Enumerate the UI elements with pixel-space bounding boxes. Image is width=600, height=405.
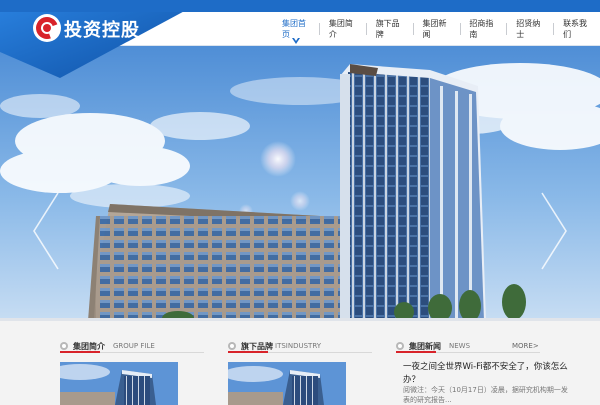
- brands-thumbnail[interactable]: [228, 362, 346, 405]
- hero-banner[interactable]: [0, 46, 600, 321]
- nav-item-label: 招商指南: [469, 19, 494, 39]
- circle-dot-icon: [228, 342, 236, 350]
- chevron-right-icon[interactable]: [536, 191, 570, 271]
- nav-item-contact[interactable]: 联系我们: [554, 12, 600, 46]
- section-title-en: GROUP FILE: [113, 342, 155, 350]
- active-indicator-icon: [291, 38, 300, 44]
- nav-item-label: 集团简介: [328, 19, 353, 39]
- nav-item-about[interactable]: 集团简介: [320, 12, 366, 46]
- nav-item-careers[interactable]: 招贤纳士: [507, 12, 553, 46]
- news-summary: 阅微注：今天（10月17日）凌晨，据研究机构期一发表的研究报告...: [403, 386, 568, 404]
- hero-image: [0, 46, 600, 321]
- nav-item-label: 集团首页: [282, 19, 306, 39]
- news-more-link[interactable]: MORE>: [512, 342, 539, 350]
- nav-item-brands[interactable]: 旗下品牌: [367, 12, 413, 46]
- section-divider: [228, 351, 372, 353]
- circle-dot-icon: [396, 342, 404, 350]
- section-title-cn[interactable]: 旗下品牌: [241, 341, 273, 352]
- nav-item-label: 联系我们: [563, 19, 588, 39]
- section-divider: [60, 351, 204, 353]
- nav-item-label: 集团新闻: [422, 19, 447, 39]
- nav-item-home[interactable]: 集团首页: [273, 12, 319, 46]
- top-color-bar: [0, 0, 600, 12]
- nav-item-label: 招贤纳士: [516, 19, 541, 39]
- intro-thumbnail[interactable]: [60, 362, 178, 405]
- section-title-en: ITSINDUSTRY: [275, 342, 322, 350]
- section-title-en: NEWS: [449, 342, 471, 350]
- main-nav: 集团首页 集团简介 旗下品牌 集团新闻 招商指南 招贤纳士 联系我们: [273, 12, 600, 46]
- nav-item-news[interactable]: 集团新闻: [414, 12, 460, 46]
- logo-icon[interactable]: [32, 13, 62, 43]
- chevron-left-icon[interactable]: [30, 191, 64, 271]
- nav-item-label: 旗下品牌: [375, 19, 400, 39]
- section-title-cn[interactable]: 集团新闻: [409, 341, 441, 352]
- section-title-cn[interactable]: 集团简介: [73, 341, 105, 352]
- circle-dot-icon: [60, 342, 68, 350]
- section-divider: [396, 351, 540, 353]
- news-headline[interactable]: 一夜之间全世界Wi-Fi都不安全了，你该怎么办？: [403, 361, 573, 387]
- nav-item-investment[interactable]: 招商指南: [460, 12, 506, 46]
- logo-text[interactable]: 投资控股: [64, 16, 140, 42]
